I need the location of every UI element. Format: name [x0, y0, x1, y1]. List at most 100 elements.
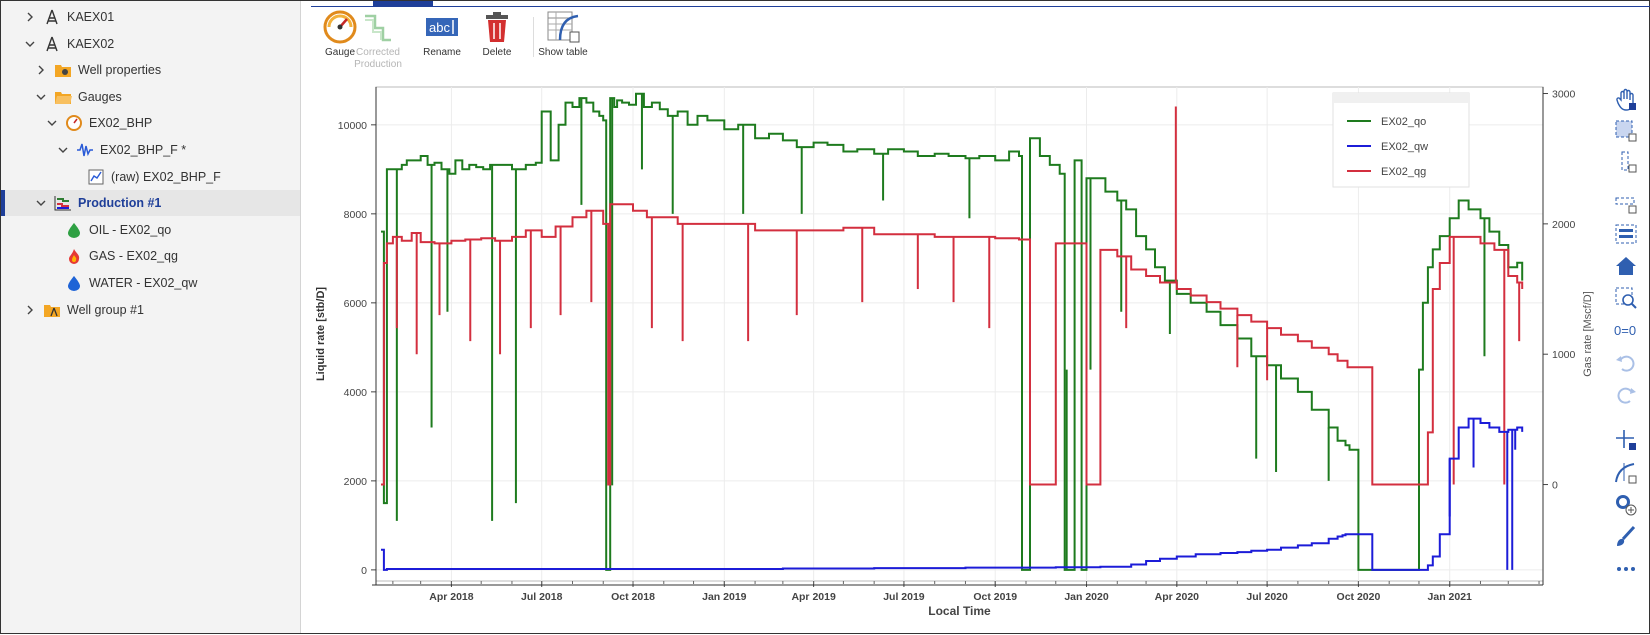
- y-left-tick-label: 8000: [344, 209, 368, 221]
- legend-label[interactable]: EX02_qw: [1381, 141, 1428, 153]
- well-properties-folder-icon: [54, 61, 72, 79]
- production-chart[interactable]: Apr 2018 Jul 2018 Oct 2018 Jan 2019 Apr 2019…: [311, 81, 1611, 635]
- home-icon[interactable]: [1611, 251, 1641, 281]
- x-tick-label: Oct 2018: [611, 591, 655, 603]
- gas-flame-icon: [65, 247, 83, 265]
- x-tick-label: Jan 2021: [1428, 591, 1473, 603]
- legend-label[interactable]: EX02_qg: [1381, 166, 1426, 178]
- corrected-production-icon: [360, 9, 396, 45]
- tree-item[interactable]: KAEX01: [1, 4, 300, 30]
- tree-item[interactable]: Well properties: [1, 57, 300, 83]
- y-zoom-icon[interactable]: [1611, 188, 1641, 218]
- tree-item-label: OIL - EX02_qo: [89, 222, 172, 237]
- tree-item[interactable]: GAS - EX02_qg: [1, 243, 300, 269]
- x-tick-label: Jan 2020: [1064, 591, 1109, 603]
- chevron-down-icon[interactable]: [34, 196, 48, 210]
- rename-icon: abc: [424, 9, 460, 45]
- tree-item-label: Well properties: [78, 63, 162, 78]
- folder-icon: [54, 88, 72, 106]
- rename-label: Rename: [423, 47, 461, 58]
- y-left-tick-label: 4000: [344, 387, 368, 399]
- y-left-tick-label: 2000: [344, 476, 368, 488]
- chevron-right-icon[interactable]: [34, 63, 48, 77]
- corrected-production-label: Corrected Production: [354, 47, 402, 70]
- svg-text:abc: abc: [429, 20, 450, 35]
- table-icon: [545, 9, 581, 45]
- x-tick-label: Oct 2019: [973, 591, 1017, 603]
- tree-item-label: KAEX01: [67, 10, 115, 24]
- tree-item[interactable]: EX02_BHP: [1, 110, 300, 136]
- chevron-down-icon[interactable]: [23, 37, 37, 51]
- chevron-down-icon[interactable]: [56, 143, 70, 157]
- app-window: KAEX01 KAEX02 Well properties Gauges EX02_BH…: [0, 0, 1650, 634]
- tree-item[interactable]: Gauges: [1, 84, 300, 110]
- delete-label: Delete: [482, 47, 512, 58]
- y-right-axis-label: Gas rate [Mscf/D]: [1582, 291, 1594, 377]
- more-icon[interactable]: [1611, 554, 1641, 584]
- brush-icon[interactable]: [1611, 522, 1641, 552]
- signal-wave-icon: [76, 141, 94, 159]
- well-rig-icon: [43, 35, 61, 53]
- tree-item[interactable]: Well group #1: [1, 297, 300, 323]
- legend-label[interactable]: EX02_qo: [1381, 116, 1426, 128]
- point-edit-icon[interactable]: [1611, 458, 1641, 488]
- x-axis-label: Local Time: [928, 604, 991, 618]
- y-left-tick-label: 6000: [344, 298, 368, 310]
- top-tab-strip: [311, 1, 1650, 7]
- show-table-button[interactable]: Show table: [533, 9, 593, 75]
- x-tick-label: Apr 2019: [791, 591, 836, 603]
- zoom-region-icon[interactable]: [1611, 283, 1641, 313]
- tree-item-label: Gauges: [78, 89, 122, 104]
- crosshair-icon[interactable]: [1611, 425, 1641, 455]
- y-right-tick-label: 2000: [1552, 219, 1576, 231]
- legend-header: [1333, 93, 1469, 103]
- x-tick-label: Jan 2019: [702, 591, 747, 603]
- tree-item-label: WATER - EX02_qw: [89, 276, 198, 290]
- well-group-folder-icon: [43, 301, 61, 319]
- line-chart-icon: [87, 168, 105, 186]
- tree-item-label: GAS - EX02_qg: [89, 249, 178, 264]
- undo-icon[interactable]: [1611, 348, 1641, 378]
- x-tick-label: Oct 2020: [1337, 591, 1381, 603]
- delete-button[interactable]: Delete: [468, 9, 526, 75]
- tree-item[interactable]: Production #1: [1, 190, 300, 217]
- chevron-right-icon[interactable]: [23, 303, 37, 317]
- x-zoom-icon[interactable]: [1611, 147, 1641, 177]
- reset-zero-icon[interactable]: 0=0: [1611, 315, 1641, 345]
- pan-hand-icon[interactable]: [1611, 85, 1641, 115]
- x-tick-label: Jul 2020: [1246, 591, 1288, 603]
- production-icon: [54, 194, 72, 212]
- gauge-icon: [65, 114, 83, 132]
- tree-item-label: EX02_BHP_F *: [100, 143, 187, 157]
- chevron-down-icon[interactable]: [45, 116, 59, 130]
- x-tick-label: Jul 2019: [883, 591, 925, 603]
- box-zoom-icon[interactable]: [1611, 116, 1641, 146]
- y-right-tick-label: 0: [1552, 480, 1558, 492]
- y-left-tick-label: 0: [361, 565, 367, 577]
- tree-item-label: KAEX02: [67, 36, 115, 51]
- oil-drop-icon: [65, 221, 83, 239]
- x-tick-label: Apr 2018: [429, 591, 474, 603]
- chevron-down-icon[interactable]: [34, 90, 48, 104]
- add-point-icon[interactable]: [1611, 490, 1641, 520]
- select-icon[interactable]: [1611, 219, 1641, 249]
- tree-item-label: EX02_BHP: [89, 116, 153, 131]
- active-tab-indicator[interactable]: [373, 1, 433, 6]
- tree-item[interactable]: (raw) EX02_BHP_F: [1, 164, 300, 190]
- tree-item-label: Well group #1: [67, 302, 144, 317]
- tree-item[interactable]: KAEX02: [1, 31, 300, 57]
- tree-item[interactable]: EX02_BHP_F *: [1, 137, 300, 163]
- tree-item[interactable]: OIL - EX02_qo: [1, 217, 300, 243]
- chevron-right-icon[interactable]: [23, 10, 37, 24]
- show-table-label: Show table: [538, 47, 588, 58]
- corrected-production-button[interactable]: Corrected Production: [349, 9, 407, 75]
- svg-text:0=0: 0=0: [1614, 323, 1636, 338]
- x-tick-label: Apr 2020: [1155, 591, 1200, 603]
- redo-icon[interactable]: [1611, 380, 1641, 410]
- rename-button[interactable]: abc Rename: [413, 9, 471, 75]
- tree-item[interactable]: WATER - EX02_qw: [1, 270, 300, 296]
